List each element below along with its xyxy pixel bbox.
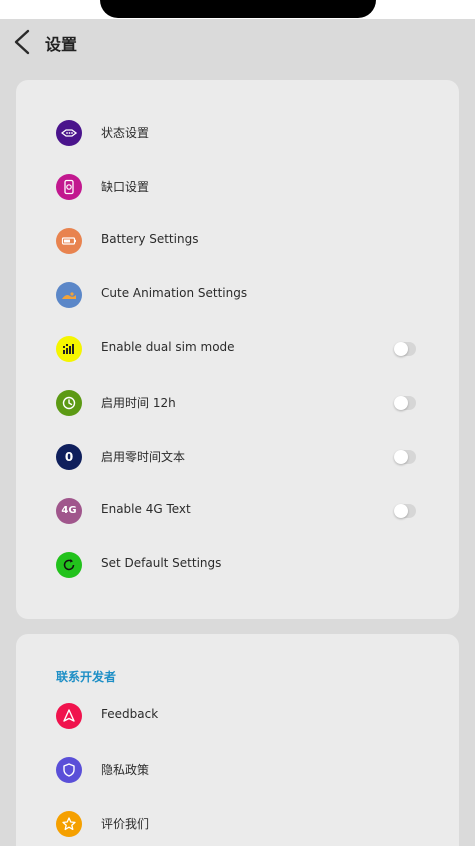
time-12h-toggle[interactable] bbox=[394, 396, 416, 410]
toggle-knob bbox=[394, 504, 408, 518]
dual-sim-toggle[interactable] bbox=[394, 342, 416, 356]
row-label: Enable 4G Text bbox=[101, 502, 191, 516]
rate-us-row[interactable]: 评价我们 bbox=[16, 804, 459, 844]
zero-glyph: 0 bbox=[64, 450, 74, 464]
send-feedback-icon bbox=[56, 703, 82, 729]
shield-icon bbox=[56, 757, 82, 783]
animation-icon bbox=[56, 282, 82, 308]
battery-icon bbox=[56, 228, 82, 254]
battery-settings-row[interactable]: Battery Settings bbox=[16, 221, 459, 261]
row-label: Enable dual sim mode bbox=[101, 340, 235, 354]
toggle-knob bbox=[394, 342, 408, 356]
cute-animation-settings-row[interactable]: Cute Animation Settings bbox=[16, 275, 459, 315]
row-label: Feedback bbox=[101, 707, 159, 721]
dual-sim-row[interactable]: Enable dual sim mode bbox=[16, 329, 459, 369]
row-label: 隐私政策 bbox=[101, 763, 150, 777]
settings-screen: 设置 状态设置 缺口设置 Battery Settings Cute Anima… bbox=[0, 0, 475, 846]
4g-glyph: 4G bbox=[61, 505, 77, 516]
row-label: 评价我们 bbox=[101, 817, 150, 831]
camera-notch bbox=[100, 0, 376, 18]
star-icon bbox=[56, 811, 82, 837]
zero-time-text-toggle[interactable] bbox=[394, 450, 416, 464]
chevron-left-icon bbox=[14, 29, 30, 55]
row-label: 缺口设置 bbox=[101, 180, 150, 194]
feedback-row[interactable]: Feedback bbox=[16, 696, 459, 736]
notch-phone-icon bbox=[56, 174, 82, 200]
dual-sim-icon bbox=[56, 336, 82, 362]
default-settings-row[interactable]: Set Default Settings bbox=[16, 545, 459, 585]
time-12h-row[interactable]: 启用时间 12h bbox=[16, 383, 459, 423]
toggle-knob bbox=[394, 450, 408, 464]
status-bar-icon bbox=[56, 120, 82, 146]
toggle-knob bbox=[394, 396, 408, 410]
4g-icon: 4G bbox=[56, 498, 82, 524]
row-label: 启用零时间文本 bbox=[101, 450, 186, 464]
4g-text-toggle[interactable] bbox=[394, 504, 416, 518]
status-settings-row[interactable]: 状态设置 bbox=[16, 113, 459, 153]
section-header-contact-developer: 联系开发者 bbox=[56, 670, 117, 684]
row-label: Cute Animation Settings bbox=[101, 286, 248, 300]
privacy-policy-row[interactable]: 隐私政策 bbox=[16, 750, 459, 790]
page-title: 设置 bbox=[45, 35, 78, 54]
zero-icon: 0 bbox=[56, 444, 82, 470]
settings-card: 状态设置 缺口设置 Battery Settings Cute Animatio… bbox=[16, 80, 459, 619]
status-bar bbox=[0, 0, 475, 19]
zero-time-text-row[interactable]: 0 启用零时间文本 bbox=[16, 437, 459, 477]
notch-settings-row[interactable]: 缺口设置 bbox=[16, 167, 459, 207]
4g-text-row[interactable]: 4G Enable 4G Text bbox=[16, 491, 459, 531]
developer-card: 联系开发者 Feedback 隐私政策 评价我们 bbox=[16, 634, 459, 846]
app-header: 设置 bbox=[0, 19, 475, 67]
row-label: 启用时间 12h bbox=[101, 396, 176, 410]
reset-icon bbox=[56, 552, 82, 578]
row-label: Set Default Settings bbox=[101, 556, 222, 570]
row-label: 状态设置 bbox=[101, 126, 150, 140]
back-button[interactable] bbox=[10, 27, 36, 57]
clock-icon bbox=[56, 390, 82, 416]
row-label: Battery Settings bbox=[101, 232, 199, 246]
